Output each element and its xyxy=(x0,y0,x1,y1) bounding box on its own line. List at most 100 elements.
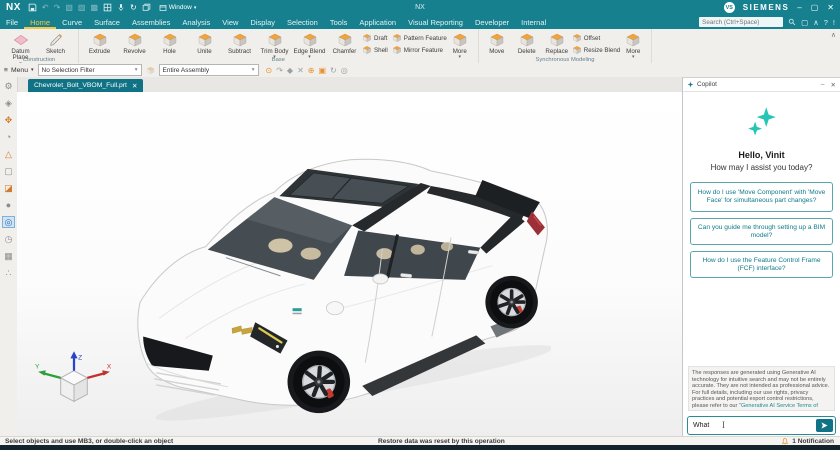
hole-button[interactable]: Hole xyxy=(152,30,187,55)
settings-gear-icon[interactable]: ⚙ xyxy=(2,80,15,92)
notification-label: 1 Notification xyxy=(792,438,834,445)
tab-surface[interactable]: Surface xyxy=(88,15,126,29)
fullscreen-icon[interactable]: ▢ xyxy=(801,18,808,27)
pattern-feature-button[interactable]: Pattern Feature xyxy=(392,33,447,43)
copilot-header: Copilot – ✕ xyxy=(683,78,840,92)
tab-selection[interactable]: Selection xyxy=(281,15,324,29)
microphone-icon[interactable] xyxy=(117,3,125,12)
save-icon[interactable] xyxy=(28,3,37,12)
mirror-feature-button[interactable]: Mirror Feature xyxy=(392,45,447,55)
base-more-button[interactable]: More xyxy=(447,30,473,59)
internet-explorer-icon[interactable]: ● xyxy=(2,199,15,211)
draft-button[interactable]: Draft xyxy=(362,33,388,43)
cut-icon[interactable]: ▧ xyxy=(65,3,73,12)
trim-body-icon xyxy=(267,32,283,48)
tab-tools[interactable]: Tools xyxy=(324,15,354,29)
revolve-button[interactable]: Revolve xyxy=(117,30,152,55)
shell-button[interactable]: Shell xyxy=(362,45,388,55)
restore-button[interactable]: ▢ xyxy=(811,3,819,12)
send-button[interactable] xyxy=(816,418,833,432)
assembly-navigator-icon[interactable]: ◈ xyxy=(2,97,15,109)
datum-plane-icon xyxy=(13,32,29,48)
car-model-3d[interactable] xyxy=(127,148,553,432)
chamfer-button[interactable]: Chamfer xyxy=(327,30,362,55)
copilot-close-icon[interactable]: ✕ xyxy=(831,81,836,89)
suggestion-card-3[interactable]: How do I use the Feature Control Frame (… xyxy=(690,251,833,278)
ribbon-collapse-icon[interactable]: ∧ xyxy=(827,29,840,63)
user-avatar[interactable]: VS xyxy=(723,2,735,13)
replace-button[interactable]: Replace xyxy=(542,30,572,55)
paste-icon[interactable]: ▩ xyxy=(90,3,98,12)
undo-icon[interactable]: ↶ xyxy=(42,3,49,12)
search-icon[interactable] xyxy=(788,18,796,26)
redo-icon[interactable]: ↷ xyxy=(54,3,61,12)
move-button[interactable]: Move xyxy=(482,30,512,55)
tab-internal[interactable]: Internal xyxy=(515,15,552,29)
tab-curve[interactable]: Curve xyxy=(56,15,88,29)
tab-home[interactable]: Home xyxy=(24,15,56,29)
select-region-icon[interactable]: ▣ xyxy=(318,66,326,75)
sync-more-button[interactable]: More xyxy=(620,30,646,59)
close-tab-icon[interactable]: ✕ xyxy=(132,82,137,90)
hd3d-tools-icon[interactable]: ◪ xyxy=(2,182,15,194)
command-finder-icon[interactable]: ! xyxy=(833,18,835,27)
minimize-ribbon-icon[interactable]: ∧ xyxy=(813,18,819,27)
copilot-prompt-input[interactable] xyxy=(691,418,805,433)
reuse-library-icon[interactable]: ▢ xyxy=(2,165,15,177)
copilot-minimize-icon[interactable]: – xyxy=(821,81,825,89)
orientation-triad[interactable]: Z X Y xyxy=(33,350,115,416)
toggle-shaded-icon[interactable]: ↷ xyxy=(276,66,283,75)
resize-blend-button[interactable]: Resize Blend xyxy=(572,45,620,55)
constraint-navigator-icon[interactable]: ✥ xyxy=(2,114,15,126)
history-icon[interactable]: ◷ xyxy=(2,233,15,245)
display-mode-icon[interactable] xyxy=(103,3,112,12)
windows-layout-icon[interactable] xyxy=(142,3,151,12)
selection-filter-dropdown[interactable]: No Selection Filter ▾ xyxy=(37,64,142,76)
offset-button[interactable]: Offset xyxy=(572,33,620,43)
select-face-icon[interactable]: ◆ xyxy=(287,66,293,75)
move-icon xyxy=(489,32,505,48)
search-input[interactable] xyxy=(699,17,784,27)
ai-disclaimer: The responses are generated using Genera… xyxy=(688,366,835,411)
system-materials-icon[interactable]: ▦ xyxy=(2,250,15,262)
tab-file[interactable]: File xyxy=(0,15,24,29)
edge-blend-button[interactable]: Edge Blend xyxy=(292,30,327,59)
graphics-viewport[interactable]: Z X Y xyxy=(17,92,682,436)
window-menu[interactable]: Window ▾ xyxy=(159,4,196,12)
delete-button[interactable]: Delete xyxy=(512,30,542,55)
subtract-button[interactable]: Subtract xyxy=(222,30,257,55)
suggestion-card-1[interactable]: How do I use 'Move Component' with 'Move… xyxy=(690,182,833,212)
web-browser-icon[interactable]: ◎ xyxy=(2,216,15,228)
tab-visual-reporting[interactable]: Visual Reporting xyxy=(402,15,469,29)
refresh-view-icon[interactable]: ↻ xyxy=(330,66,337,75)
notifications-icon[interactable]: △ xyxy=(2,148,15,160)
help-icon[interactable]: ? xyxy=(824,18,828,27)
trim-body-button[interactable]: Trim Body xyxy=(257,30,292,59)
sketch-button[interactable]: Sketch xyxy=(38,30,73,55)
tab-assemblies[interactable]: Assemblies xyxy=(126,15,176,29)
menu-dropdown[interactable]: ≡ Menu ▾ xyxy=(4,67,34,74)
tab-developer[interactable]: Developer xyxy=(469,15,515,29)
selection-scope-dropdown[interactable]: Entire Assembly ▾ xyxy=(158,64,259,76)
privacy-info-link[interactable]: "Generative AI Service Privacy Informati… xyxy=(716,410,825,411)
copy-icon[interactable]: ▨ xyxy=(78,3,86,12)
part-navigator-icon[interactable]: ◔ xyxy=(2,131,15,143)
part-tab[interactable]: Chevrolet_Bolt_VBOM_Full.prt ✕ xyxy=(28,79,144,92)
tab-display[interactable]: Display xyxy=(244,15,281,29)
refresh-icon[interactable]: ↻ xyxy=(130,3,137,12)
tab-application[interactable]: Application xyxy=(353,15,402,29)
deselect-icon[interactable]: ✕ xyxy=(297,66,304,75)
tab-analysis[interactable]: Analysis xyxy=(176,15,216,29)
tab-view[interactable]: View xyxy=(216,15,244,29)
extrude-button[interactable]: Extrude xyxy=(82,30,117,55)
snap-point-icon[interactable] xyxy=(146,66,155,75)
roles-icon[interactable]: ∴ xyxy=(2,267,15,279)
render-style-icon[interactable]: ◎ xyxy=(341,66,348,75)
suggestion-card-2[interactable]: Can you guide me through setting up a BI… xyxy=(690,218,833,245)
minimize-button[interactable]: – xyxy=(797,3,801,12)
add-selection-icon[interactable]: ⊕ xyxy=(308,66,315,75)
highlight-icon[interactable]: ⊙ xyxy=(266,66,273,75)
unite-button[interactable]: Unite xyxy=(187,30,222,55)
copilot-input-box: I xyxy=(687,416,836,435)
close-button[interactable]: ✕ xyxy=(827,3,834,12)
